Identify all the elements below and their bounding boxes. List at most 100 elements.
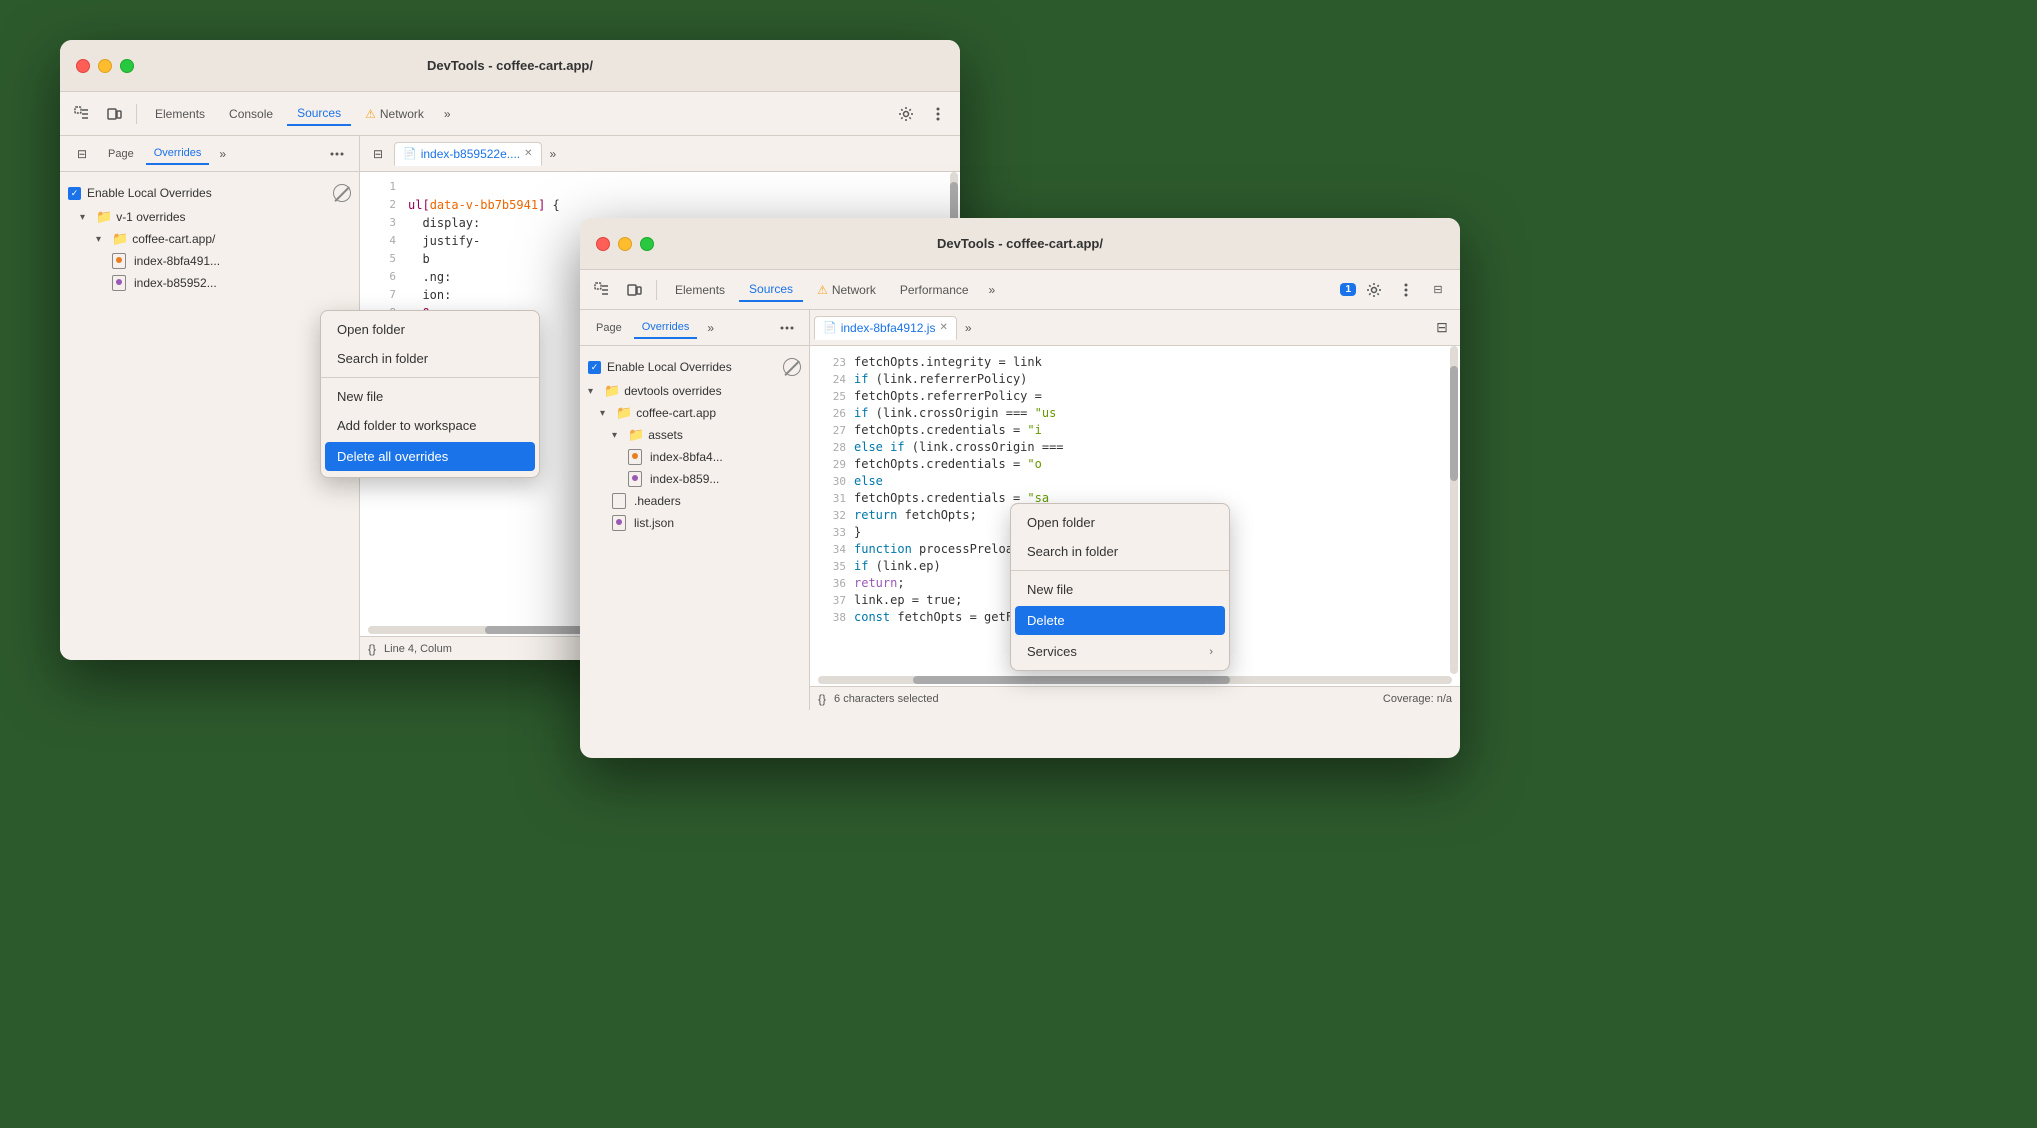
editor-tabs-front: 📄 index-8bfa4912.js ✕ » ⊟ [810, 310, 1460, 346]
code-line-front-26: 26 if (link.crossOrigin === "us [810, 405, 1460, 422]
tree-item-listjson-front[interactable]: list.json [580, 512, 809, 534]
tree-item-assets-front[interactable]: ▾ 📁 assets [580, 424, 809, 446]
scrollbar-thumb-v-front[interactable] [1450, 366, 1458, 481]
tree-item-coffee-cart-front[interactable]: ▾ 📁 coffee-cart.app [580, 402, 809, 424]
tree-item-coffee-cart[interactable]: ▾ 📁 coffee-cart.app/ [60, 228, 359, 250]
editor-tab-active-back[interactable]: 📄 index-b859522e.... ✕ [394, 142, 542, 166]
device-icon[interactable] [100, 100, 128, 128]
sidebar-toggle-back[interactable]: ⊟ [68, 140, 96, 168]
enable-overrides-label-back: Enable Local Overrides [87, 186, 327, 200]
sidebar-more-front[interactable]: » [701, 319, 720, 337]
editor-sidebar-toggle[interactable]: ⊟ [364, 140, 392, 168]
tree-label: v-1 overrides [116, 210, 185, 224]
scrollbar-thumb-front[interactable] [913, 676, 1230, 684]
editor-tab-active-front[interactable]: 📄 index-8bfa4912.js ✕ [814, 316, 957, 340]
settings-icon-front[interactable] [1360, 276, 1388, 304]
status-text-back: Line 4, Colum [384, 643, 452, 655]
file-dot-purple-front-2 [616, 519, 622, 525]
warning-icon: ⚠ [365, 107, 376, 121]
folder-icon-front-1: 📁 [616, 405, 632, 421]
file-tab-icon-front: 📄 [823, 321, 837, 334]
code-line-front-23: 23 fetchOpts.integrity = link [810, 354, 1460, 371]
menu-delete-overrides-back[interactable]: Delete all overrides [325, 442, 535, 471]
warning-icon-front: ⚠ [817, 283, 828, 297]
traffic-light-yellow[interactable] [98, 59, 112, 73]
menu-search-folder-front[interactable]: Search in folder [1011, 537, 1229, 566]
device-icon-front[interactable] [620, 276, 648, 304]
tree-item-devtools-overrides[interactable]: ▾ 📁 devtools overrides [580, 380, 809, 402]
sidebar-options-front[interactable] [773, 314, 801, 342]
tab-elements-back[interactable]: Elements [145, 103, 215, 125]
panel-toggle-front[interactable]: ⊟ [1424, 276, 1452, 304]
traffic-light-red-front[interactable] [596, 237, 610, 251]
menu-new-file-back[interactable]: New file [321, 382, 539, 411]
tab-sources-front[interactable]: Sources [739, 278, 803, 302]
traffic-light-yellow-front[interactable] [618, 237, 632, 251]
menu-search-folder-back[interactable]: Search in folder [321, 344, 539, 373]
tab-close-back[interactable]: ✕ [524, 148, 532, 159]
folder-icon-front-2: 📁 [628, 427, 644, 443]
tree-item-headers-front[interactable]: .headers [580, 490, 809, 512]
inspect-icon-front[interactable] [588, 276, 616, 304]
menu-services-front[interactable]: Services › [1011, 637, 1229, 666]
tree-item-file-front-2[interactable]: index-b859... [580, 468, 809, 490]
more-options-back[interactable] [924, 100, 952, 128]
more-tabs-front[interactable]: » [983, 281, 1002, 299]
menu-open-folder-back[interactable]: Open folder [321, 315, 539, 344]
tree-item-v1-overrides[interactable]: ▾ 📁 v-1 overrides [60, 206, 359, 228]
tab-sources-back[interactable]: Sources [287, 102, 351, 126]
menu-new-file-front[interactable]: New file [1011, 575, 1229, 604]
enable-overrides-label-front: Enable Local Overrides [607, 360, 777, 374]
tree-item-file-2[interactable]: index-b85952... [60, 272, 359, 294]
tree-item-file-front-1[interactable]: index-8bfa4... [580, 446, 809, 468]
traffic-light-green-front[interactable] [640, 237, 654, 251]
tree-label-front-3: index-8bfa4... [650, 450, 723, 464]
submenu-arrow-front: › [1209, 646, 1213, 658]
tab-close-front[interactable]: ✕ [939, 322, 947, 333]
more-options-front[interactable] [1392, 276, 1420, 304]
enable-overrides-checkbox-back[interactable]: ✓ [68, 187, 81, 200]
sidebar-tab-overrides-back[interactable]: Overrides [146, 143, 210, 165]
tab-performance-front[interactable]: Performance [890, 279, 979, 301]
editor-more-tabs-front[interactable]: » [959, 319, 978, 337]
sidebar-tab-overrides-front[interactable]: Overrides [634, 317, 698, 339]
sidebar-tab-page-front[interactable]: Page [588, 318, 630, 338]
editor-panel-btn-front[interactable]: ⊟ [1428, 314, 1456, 342]
enable-overrides-checkbox-front[interactable]: ✓ [588, 361, 601, 374]
scrollbar-v-front[interactable] [1450, 346, 1458, 674]
overrides-header-front: ✓ Enable Local Overrides [580, 354, 809, 380]
tab-network-back[interactable]: ⚠ Network [355, 103, 434, 125]
traffic-light-red[interactable] [76, 59, 90, 73]
tree-arrow-2: ▾ [96, 234, 108, 245]
status-icon-back: {} [368, 642, 376, 656]
status-bar-front: {} 6 characters selected Coverage: n/a [810, 686, 1460, 710]
code-line-1: 1 [360, 180, 960, 198]
toolbar-sep-1 [136, 104, 137, 124]
tree-arrow: ▾ [80, 212, 92, 223]
menu-delete-front[interactable]: Delete [1015, 606, 1225, 635]
tree-item-file-1[interactable]: index-8bfa491... [60, 250, 359, 272]
file-icon-1 [112, 253, 126, 269]
traffic-light-green[interactable] [120, 59, 134, 73]
sidebar-options-back[interactable] [323, 140, 351, 168]
more-tabs-back[interactable]: » [438, 105, 457, 123]
context-menu-front: Open folder Search in folder New file De… [1010, 503, 1230, 671]
scrollbar-h-front[interactable] [818, 676, 1452, 684]
code-line-front-29: 29 fetchOpts.credentials = "o [810, 456, 1460, 473]
devtools-window-front: DevTools - coffee-cart.app/ Elements Sou… [580, 218, 1460, 758]
sidebar-more-back[interactable]: » [213, 145, 232, 163]
file-icon-front-1 [628, 449, 642, 465]
menu-open-folder-front[interactable]: Open folder [1011, 508, 1229, 537]
sidebar-tab-page-back[interactable]: Page [100, 144, 142, 164]
settings-icon-back[interactable] [892, 100, 920, 128]
clear-overrides-front[interactable] [783, 358, 801, 376]
menu-add-folder-back[interactable]: Add folder to workspace [321, 411, 539, 440]
inspect-icon[interactable] [68, 100, 96, 128]
tab-network-front[interactable]: ⚠ Network [807, 279, 886, 301]
code-line-2: 2 ul[data-v-bb7b5941] { [360, 198, 960, 216]
toolbar-back: Elements Console Sources ⚠ Network » [60, 92, 960, 136]
tab-elements-front[interactable]: Elements [665, 279, 735, 301]
tab-console-back[interactable]: Console [219, 103, 283, 125]
editor-more-tabs-back[interactable]: » [544, 145, 563, 163]
clear-overrides-back[interactable] [333, 184, 351, 202]
